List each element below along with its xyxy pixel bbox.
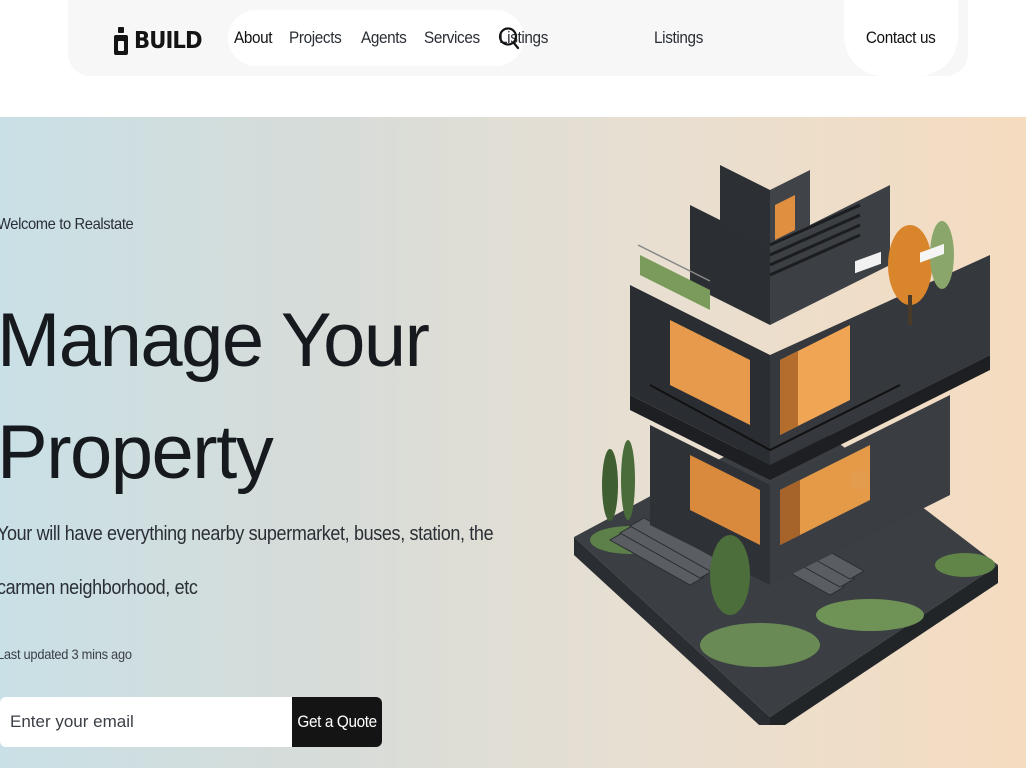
contact-us-button[interactable]: Contact us [844,0,958,76]
main-menu: About Projects Agents Services Listings [228,10,549,66]
last-updated-text: Last updated 3 mins ago [0,646,132,662]
top-navbar: BUILD About Projects Agents Services Lis… [68,0,968,76]
get-quote-label: Get a Quote [297,712,377,731]
hero-headline: Manage Your Property [0,285,430,509]
hero-headline-line-1: Manage Your [0,298,430,383]
nav-item-services[interactable]: Services [424,28,480,48]
nav-item-projects[interactable]: Projects [289,28,342,48]
search-icon[interactable] [498,26,520,50]
hero-description: Your will have everything nearby superma… [0,523,494,599]
hero-section: Welcome to Realstate Manage Your Propert… [0,117,1026,768]
hero-headline-line-2: Property [0,410,274,495]
brand-name: BUILD [134,28,203,54]
hero-eyebrow: Welcome to Realstate [0,216,134,233]
contact-us-label: Contact us [866,28,936,47]
nav-item-agents[interactable]: Agents [361,28,407,48]
nav-item-about[interactable]: About [234,28,273,48]
house-illustration [574,165,998,725]
nav-listings-link[interactable]: Listings [654,28,703,48]
get-quote-button[interactable]: Get a Quote [292,697,382,747]
logo-icon [114,27,128,55]
brand-logo[interactable]: BUILD [114,24,208,58]
email-input[interactable] [0,697,292,747]
